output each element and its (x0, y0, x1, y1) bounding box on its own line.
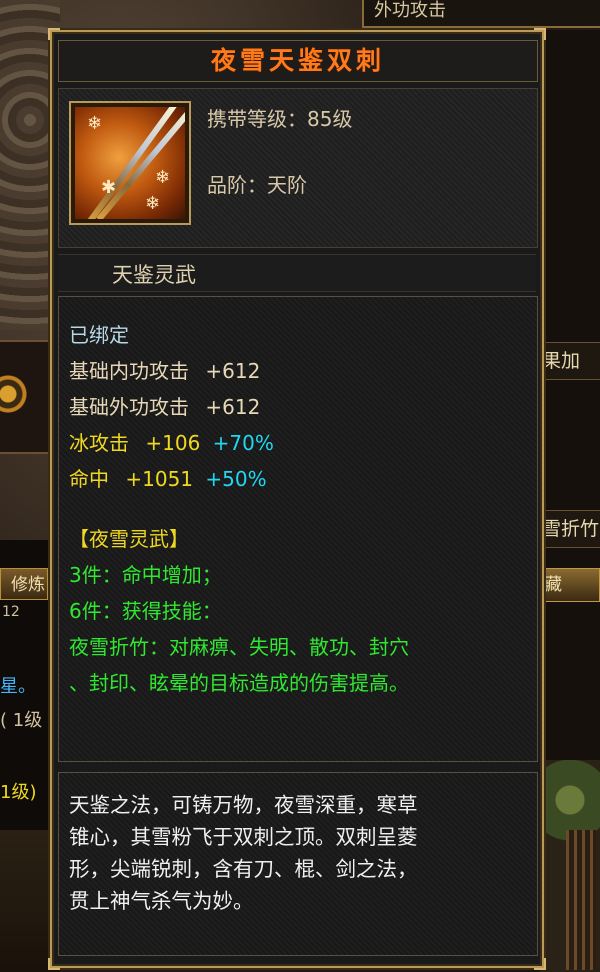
bound-status: 已绑定 (69, 323, 129, 347)
stat-value: +612 (205, 359, 261, 383)
description-line: 贯上神气杀气为妙。 (69, 889, 254, 913)
item-name: 夜雪天鉴双刺 (210, 46, 385, 75)
background-label: 果加 (542, 342, 600, 380)
stat-line: 基础内功攻击 +612 (69, 355, 260, 384)
stat-line: 命中 +1051 +50% (69, 463, 267, 492)
required-level: 携带等级：85级 (207, 107, 353, 131)
stat-bonus: +70% (212, 431, 274, 455)
stat-value: +106 (145, 431, 201, 455)
background-ring-slot[interactable] (0, 340, 50, 454)
set-skill-line: 、封印、眩晕的目标造成的伤害提高。 (69, 671, 409, 695)
background-tab[interactable]: 外功攻击 (362, 0, 600, 28)
description-panel: 天鉴之法，可铸万物，夜雪深重，寒草 锥心，其雪粉飞于双刺之顶。双刺呈菱 形，尖端… (58, 772, 538, 956)
stats-panel: 已绑定 基础内功攻击 +612 基础外功攻击 +612 冰攻击 +106 +70… (58, 296, 538, 762)
frame-corner (48, 28, 60, 40)
ring-icon (0, 364, 40, 424)
stat-line: 基础外功攻击 +612 (69, 391, 260, 420)
item-header: ❄ ❄ ✱ ❄ 携带等级：85级 品阶：天阶 (58, 88, 538, 248)
stat-label: 命中 (69, 467, 109, 491)
stat-bonus: +50% (205, 467, 267, 491)
stat-value: +612 (205, 395, 261, 419)
background-text: 星。 (0, 676, 36, 697)
description-line: 天鉴之法，可铸万物，夜雪深重，寒草 (69, 793, 418, 817)
set-skill-line: 夜雪折竹：对麻痹、失明、散功、封穴 (69, 635, 409, 659)
item-description: 天鉴之法，可铸万物，夜雪深重，寒草 锥心，其雪粉飞于双刺之顶。双刺呈菱 形，尖端… (69, 789, 531, 917)
item-category: 天鉴灵武 (112, 263, 196, 287)
item-grade: 品阶：天阶 (207, 173, 307, 197)
background-text: 1级) (0, 782, 37, 803)
cultivate-button[interactable]: 修炼 (0, 568, 48, 600)
frame-corner (48, 958, 60, 970)
stat-label: 基础外功攻击 (69, 395, 189, 419)
set-bonus-6: 6件：获得技能： (69, 599, 222, 623)
frame-corner (534, 28, 546, 40)
background-text: ( 1级 (0, 710, 43, 731)
set-bonus-3: 3件：命中增加； (69, 563, 222, 587)
stat-label: 冰攻击 (69, 431, 129, 455)
stat-label: 基础内功攻击 (69, 359, 189, 383)
background-tab-label: 外功攻击 (374, 0, 446, 21)
twin-daggers-icon: ❄ ❄ ✱ ❄ (75, 107, 185, 219)
description-line: 形，尖端锐刺，含有刀、棍、剑之法， (69, 857, 418, 881)
background-scenery (540, 760, 600, 972)
collect-button[interactable]: 藏 (540, 568, 600, 602)
item-category-bar: 天鉴灵武 (58, 254, 536, 292)
background-label: 雪折竹 (542, 510, 600, 548)
item-icon-frame: ❄ ❄ ✱ ❄ (69, 101, 191, 225)
item-tooltip: 夜雪天鉴双刺 ❄ ❄ ✱ ❄ 携带等级：85级 品阶：天阶 天鉴灵武 已绑定 基… (48, 28, 546, 970)
background-text: 12 (2, 604, 20, 620)
set-title: 【夜雪灵武】 (69, 527, 189, 551)
description-line: 锥心，其雪粉飞于双刺之顶。双刺呈菱 (69, 825, 418, 849)
stat-value: +1051 (125, 467, 194, 491)
frame-corner (534, 958, 546, 970)
item-title-bar: 夜雪天鉴双刺 (58, 40, 538, 82)
stat-line: 冰攻击 +106 +70% (69, 427, 274, 456)
